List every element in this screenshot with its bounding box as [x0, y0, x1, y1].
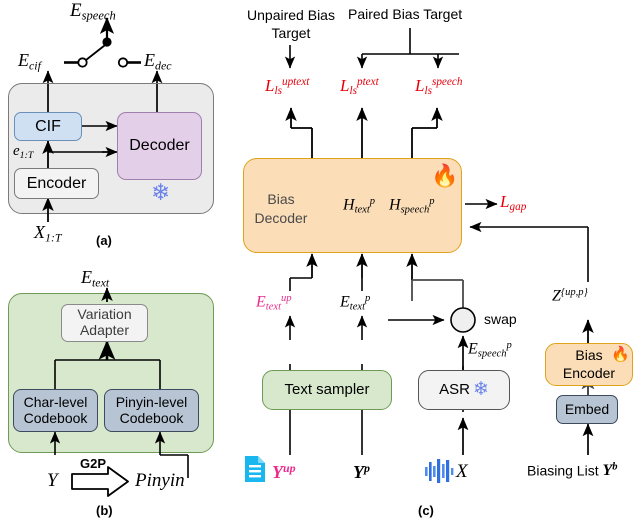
variation-adapter-label-line2: Adapter: [79, 322, 130, 338]
waveform-icon: [424, 458, 456, 484]
asr-box[interactable]: ASR ❄: [418, 370, 510, 410]
panel-a-input-label: X1:T: [34, 222, 62, 245]
gap-loss-label: Lgap: [500, 192, 527, 214]
pinyin-label: Pinyin: [135, 470, 185, 491]
h-text-label: Htextp: [343, 196, 376, 216]
swap-label: swap: [484, 311, 517, 327]
panel-b-input-label: Y: [47, 470, 58, 491]
z-label: Z{up,p}: [552, 287, 588, 305]
bias-encoder-label-line1: Bias: [575, 347, 603, 363]
unpaired-bias-target-label: Unpaired Bias Target: [247, 7, 335, 42]
panel-b-output-label: Etext: [81, 267, 110, 290]
loss-ptext-label: Llsptext: [340, 76, 379, 98]
cif-box[interactable]: CIF: [14, 112, 82, 141]
y-p-label: Yp: [353, 461, 370, 483]
biasing-list-label: Biasing List Yb: [527, 462, 618, 480]
char-codebook-label-line1: Char-level: [23, 393, 88, 410]
encoder-box-label: Encoder: [26, 174, 87, 192]
bias-encoder-flame-icon: 🔥: [611, 346, 630, 363]
asr-label: ASR: [439, 380, 470, 398]
decoder-box-label: Decoder: [129, 137, 190, 155]
embed-label: Embed: [564, 400, 610, 417]
text-sampler-box[interactable]: Text sampler: [262, 370, 392, 410]
decoder-box[interactable]: Decoder: [117, 112, 202, 180]
loss-uptext-label: Llsuptext: [265, 76, 310, 98]
panel-a-snowflake-icon: ❄: [151, 179, 171, 205]
embed-box[interactable]: Embed: [556, 395, 618, 424]
y-up-label: Yup: [272, 461, 296, 483]
char-level-codebook-box[interactable]: Char-level Codebook: [13, 389, 98, 432]
text-sampler-label: Text sampler: [284, 380, 370, 398]
figure-root: Espeech Ecif Edec CIF Decoder Encoder e1…: [0, 0, 636, 524]
panel-a-output-label: Espeech: [70, 0, 116, 23]
h-speech-label: Hspeechp: [389, 196, 435, 216]
pinyin-level-codebook-box[interactable]: Pinyin-level Codebook: [104, 389, 199, 432]
panel-a-edec-label: Edec: [144, 50, 172, 73]
panel-a-hidden-label: e1:T: [13, 143, 34, 161]
e-text-p-label: Etextp: [340, 293, 371, 313]
variation-adapter-box[interactable]: Variation Adapter: [61, 304, 148, 342]
x-input-label: X: [456, 461, 468, 482]
pinyin-codebook-label-line1: Pinyin-level: [115, 393, 188, 410]
panel-a-ecif-label: Ecif: [18, 50, 41, 73]
cif-box-label: CIF: [35, 117, 61, 135]
char-codebook-label-line2: Codebook: [23, 409, 88, 426]
pinyin-codebook-label-line2: Codebook: [119, 409, 184, 426]
loss-speech-label: Llsspeech: [415, 76, 463, 98]
document-icon: [244, 455, 266, 483]
g2p-label: G2P: [80, 456, 107, 471]
bias-encoder-label-line2: Encoder: [562, 364, 616, 381]
bias-decoder-flame-icon: 🔥: [431, 163, 459, 188]
e-text-up-label: Etextup: [256, 293, 292, 313]
panel-b-caption: (b): [96, 503, 113, 518]
e-speech-p-label: Espeechp: [468, 340, 512, 360]
panel-c-caption: (c): [418, 503, 434, 518]
encoder-box[interactable]: Encoder: [14, 168, 99, 199]
paired-bias-target-label: Paired Bias Target: [348, 6, 463, 22]
bias-decoder-label: Bias Decoder: [254, 191, 308, 226]
panel-a-caption: (a): [96, 233, 112, 248]
variation-adapter-label-line1: Variation: [77, 306, 132, 323]
asr-snowflake-icon: ❄: [472, 379, 489, 401]
